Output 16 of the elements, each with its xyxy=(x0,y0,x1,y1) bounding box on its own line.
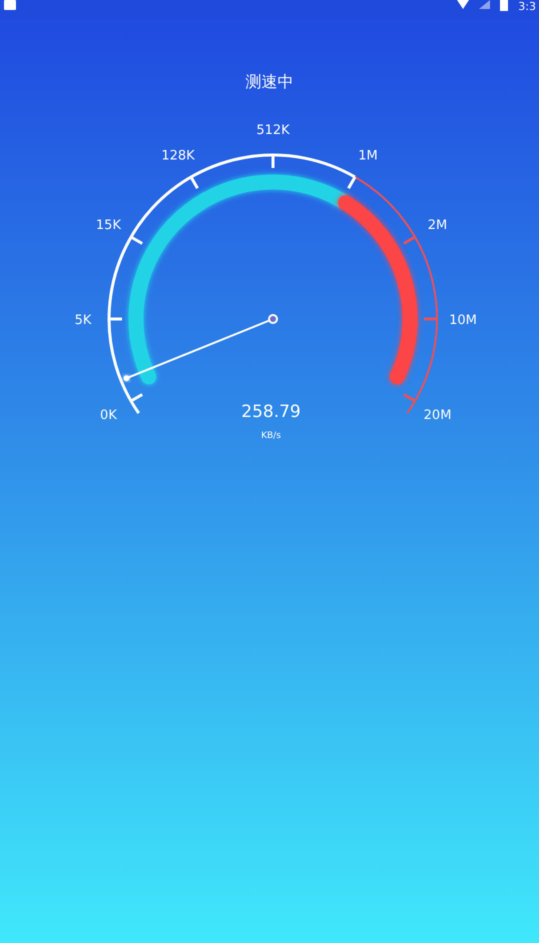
scale-label: 512K xyxy=(256,123,290,138)
scale-label: 10M xyxy=(449,313,477,328)
screen-title: 测速中 xyxy=(244,71,294,93)
signal-icon xyxy=(479,0,490,9)
clock-time: 3:3 xyxy=(518,0,537,13)
wifi-icon xyxy=(457,0,470,9)
battery-icon xyxy=(500,0,508,11)
scale-label: 20M xyxy=(424,408,452,423)
scale-label: 15K xyxy=(96,218,121,233)
scale-label: 1M xyxy=(358,148,378,164)
scale-label: 0K xyxy=(100,408,117,423)
scale-label: 128K xyxy=(161,148,195,164)
speed-value: 258.79 xyxy=(241,402,301,422)
scale-label: 5K xyxy=(74,313,92,328)
scale-label: 2M xyxy=(428,218,448,233)
speed-unit: KB/s xyxy=(261,431,281,441)
